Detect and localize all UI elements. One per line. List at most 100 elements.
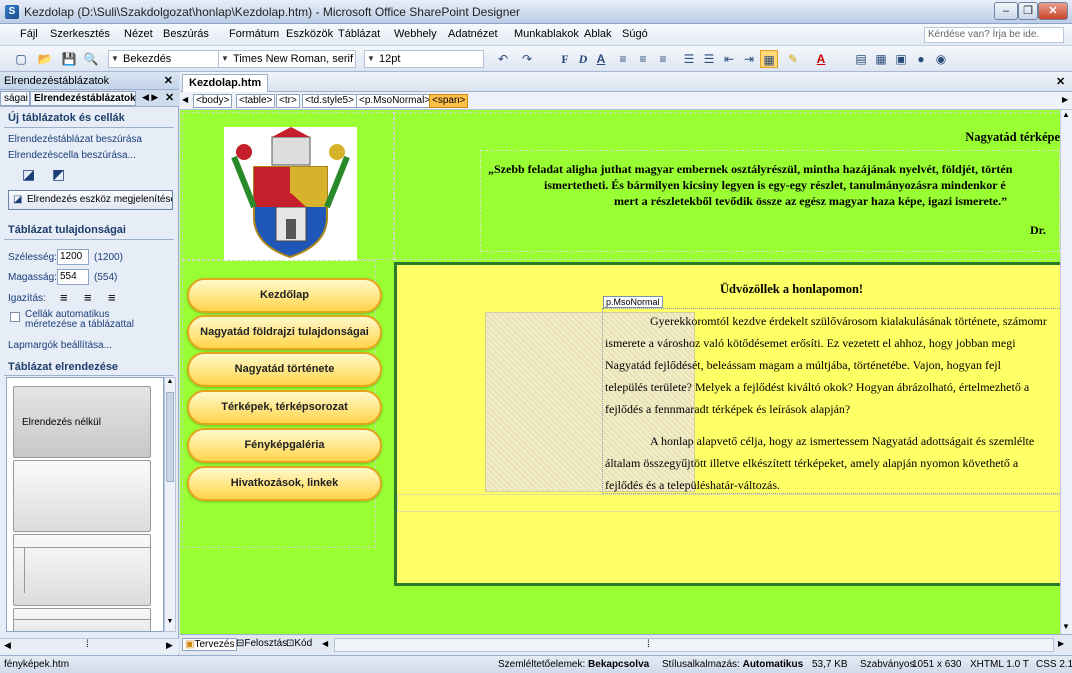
layout-option-2[interactable] (13, 534, 151, 606)
nav-button-geography[interactable]: Nagyatád földrajzi tulajdonságai (187, 315, 382, 350)
align-center-icon[interactable]: ≡ (634, 50, 652, 68)
menu-taskpanes[interactable]: Munkablakok (514, 28, 579, 40)
hyperlink-icon[interactable]: ● (912, 50, 930, 68)
height-input[interactable]: 554 (57, 269, 89, 285)
numbered-list-icon[interactable]: ☰ (680, 50, 698, 68)
picture-icon[interactable]: ▣ (892, 50, 910, 68)
font-color-icon[interactable]: A (812, 50, 830, 68)
crumb-tr[interactable]: <tr> (276, 94, 300, 108)
scroll-grip-icon[interactable]: ⁞ (647, 639, 650, 650)
redo-icon[interactable]: ↷ (518, 50, 536, 68)
page-canvas[interactable]: Nagyatád térképe „Szebb feladat aligha j… (180, 110, 1060, 634)
bold-icon[interactable]: F (556, 50, 574, 68)
insert-layout-table-link[interactable]: Elrendezéstáblázat beszúrása (8, 134, 142, 145)
scroll-up-icon[interactable]: ▲ (1062, 110, 1070, 119)
status-css-level[interactable]: CSS 2.1 (1036, 659, 1072, 670)
menu-view[interactable]: Nézet (124, 28, 153, 40)
editor-hscrollbar[interactable]: ⁞ (334, 638, 1054, 652)
align-center-icon[interactable]: ≡ (84, 290, 92, 305)
status-page-size[interactable]: 1051 x 630 (912, 659, 962, 670)
menu-dataview[interactable]: Adatnézet (448, 28, 498, 40)
menu-help[interactable]: Súgó (622, 28, 648, 40)
scroll-grip-icon[interactable]: ⁞ (86, 639, 89, 650)
table-icon[interactable]: ▦ (872, 50, 890, 68)
view-tab-split[interactable]: ⊟Felosztás (236, 638, 287, 649)
tab-properties[interactable]: ságai (0, 91, 30, 106)
nav-button-links[interactable]: Hivatkozások, linkek (187, 466, 382, 501)
nav-button-history[interactable]: Nagyatád története (187, 352, 382, 387)
help-search-input[interactable]: Kérdése van? Írja be ide. (924, 27, 1064, 43)
menu-insert[interactable]: Beszúrás (163, 28, 209, 40)
layout-option-1[interactable] (13, 460, 151, 532)
align-left-icon[interactable]: ≡ (614, 50, 632, 68)
tab-close-icon[interactable]: ✕ (165, 91, 174, 104)
status-visual-aids[interactable]: Szemléltetőelemek: Bekapcsolva (498, 659, 649, 670)
new-page-icon[interactable]: ▢ (12, 50, 30, 68)
view-tab-design[interactable]: ▣Tervezés (182, 638, 238, 651)
draw-cell-icon[interactable]: ◩ (52, 166, 65, 183)
hscroll-left-icon[interactable]: ◀ (322, 639, 328, 648)
indent-icon[interactable]: ⇥ (740, 50, 758, 68)
scroll-left-icon[interactable]: ◀ (4, 640, 11, 651)
layout-none-item[interactable]: Elrendezés nélkül (13, 386, 151, 458)
undo-icon[interactable]: ↶ (494, 50, 512, 68)
scroll-down-icon[interactable]: ▼ (165, 618, 175, 628)
style-combo[interactable]: ▼ Bekezdés (108, 50, 220, 68)
show-layout-tool-button[interactable]: ◪ Elrendezés eszköz megjelenítése (8, 190, 173, 210)
preview-icon[interactable]: 🔍 (82, 50, 100, 68)
nav-button-maps[interactable]: Térképek, térképsorozat (187, 390, 382, 425)
bullet-list-icon[interactable]: ☰ (700, 50, 718, 68)
layout-option-3[interactable] (13, 608, 151, 631)
minimize-button[interactable]: – (994, 2, 1018, 20)
scroll-thumb[interactable] (166, 392, 174, 482)
border-icon[interactable]: ▦ (760, 50, 778, 68)
size-combo[interactable]: ▼ 12pt (364, 50, 484, 68)
scroll-right-icon[interactable]: ▶ (166, 640, 173, 651)
open-icon[interactable]: 📂 (36, 50, 54, 68)
document-close-icon[interactable]: ✕ (1056, 75, 1065, 88)
crumb-right-icon[interactable]: ▶ (1062, 95, 1068, 104)
highlight-icon[interactable]: ✎ (784, 50, 802, 68)
page-margins-link[interactable]: Lapmargók beállítása... (8, 340, 112, 351)
layer-icon[interactable]: ▤ (852, 50, 870, 68)
editor-vscrollbar[interactable]: ▲ ▼ (1060, 110, 1072, 634)
draw-table-icon[interactable]: ◪ (22, 166, 35, 183)
auto-resize-checkbox[interactable] (10, 312, 20, 322)
scroll-up-icon[interactable]: ▲ (165, 378, 175, 388)
align-right-icon[interactable]: ≡ (108, 290, 116, 305)
task-pane-close-icon[interactable]: ✕ (164, 74, 173, 87)
width-input[interactable]: 1200 (57, 249, 89, 265)
status-style-application[interactable]: Stílusalkalmazás: Automatikus (662, 659, 803, 670)
scroll-down-icon[interactable]: ▼ (1062, 622, 1070, 631)
tab-scroll-icon[interactable]: ◀ ▶ (142, 92, 158, 103)
outdent-icon[interactable]: ⇤ (720, 50, 738, 68)
maximize-button[interactable]: ❐ (1018, 2, 1038, 20)
font-combo[interactable]: ▼ Times New Roman, serif (218, 50, 356, 68)
underline-icon[interactable]: A (592, 50, 610, 68)
crumb-body[interactable]: <body> (193, 94, 233, 108)
layout-gallery-scrollbar[interactable]: ▲ ▼ (164, 377, 176, 632)
insert-layout-cell-link[interactable]: Elrendezéscella beszúrása... (8, 150, 136, 161)
menu-window[interactable]: Ablak (584, 28, 612, 40)
nav-button-home[interactable]: Kezdőlap (187, 278, 382, 313)
menu-tools[interactable]: Eszközök (286, 28, 333, 40)
menu-edit[interactable]: Szerkesztés (50, 28, 110, 40)
tab-layout-tables[interactable]: Elrendezéstáblázatok (30, 91, 136, 106)
align-right-icon[interactable]: ≡ (654, 50, 672, 68)
crumb-left-icon[interactable]: ◀ (182, 95, 188, 104)
align-left-icon[interactable]: ≡ (60, 290, 68, 305)
status-doctype[interactable]: XHTML 1.0 T (970, 659, 1029, 670)
crumb-table[interactable]: <table> (236, 94, 276, 108)
crumb-td[interactable]: <td.style5> (302, 94, 357, 108)
crumb-p[interactable]: <p.MsoNormal> (356, 94, 434, 108)
save-icon[interactable]: 💾 (60, 50, 78, 68)
task-pane-hscroll[interactable]: ◀ ⁞ ▶ (0, 638, 179, 654)
document-tab[interactable]: Kezdolap.htm (182, 74, 269, 92)
menu-site[interactable]: Webhely (394, 28, 437, 40)
close-button[interactable]: ✕ (1038, 2, 1068, 20)
status-mode[interactable]: Szabványos (860, 659, 914, 670)
stop-icon[interactable]: ◉ (932, 50, 950, 68)
hscroll-right-icon[interactable]: ▶ (1058, 639, 1064, 648)
menu-file[interactable]: Fájl (20, 28, 38, 40)
italic-icon[interactable]: D (574, 50, 592, 68)
